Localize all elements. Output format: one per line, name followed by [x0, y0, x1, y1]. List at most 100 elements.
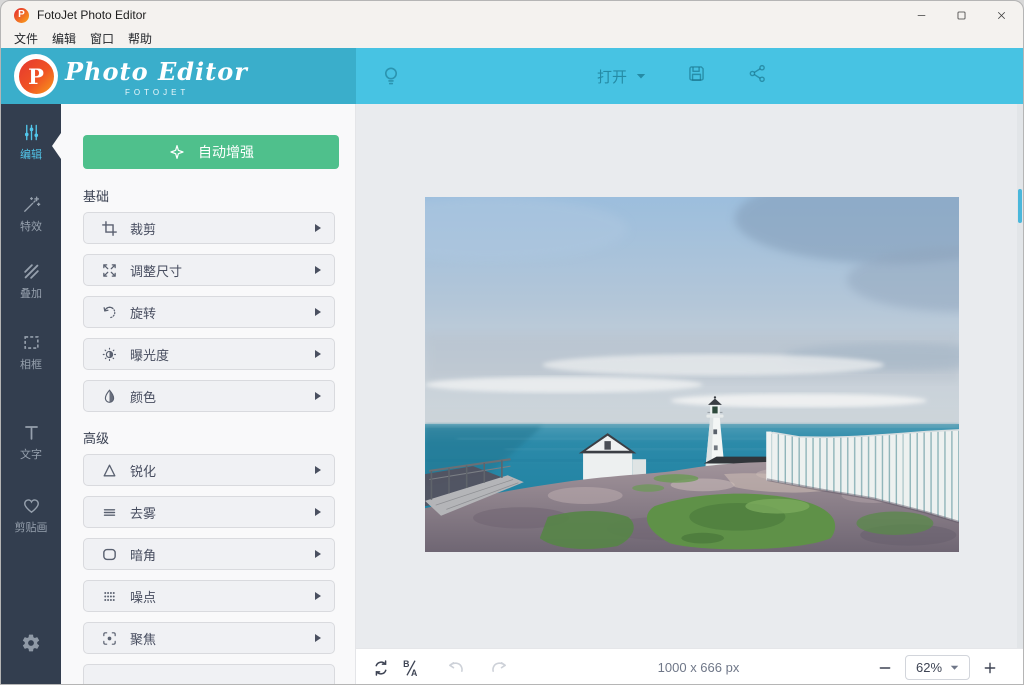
- menu-item-4[interactable]: 帮助: [121, 30, 159, 47]
- expand-arrow-icon: [315, 550, 321, 558]
- app-window: P FotoJet Photo Editor 文件 编辑 窗口 帮助 P Photo …: [0, 0, 1024, 685]
- noise-icon: [101, 588, 118, 605]
- menu-item-3[interactable]: 窗口: [83, 30, 121, 47]
- caret-down-icon: [950, 665, 959, 670]
- redo-icon: [492, 661, 506, 672]
- sidebar-item-6[interactable]: 剪贴画: [1, 496, 61, 535]
- fotojet-logo: P: [14, 54, 58, 98]
- sidebar-item-5[interactable]: 文字: [1, 423, 61, 462]
- open-button[interactable]: 打开: [597, 66, 646, 87]
- expand-arrow-icon: [315, 634, 321, 642]
- status-bar: B A 1000 x 666 px 62%: [356, 648, 1023, 684]
- tool-button-noise[interactable]: 噪点: [83, 580, 335, 612]
- redo-button[interactable]: [489, 658, 509, 678]
- text-icon: [22, 423, 41, 442]
- canvas-area: B A 1000 x 666 px 62%: [356, 104, 1023, 684]
- sidebar-item-label: 编辑: [20, 149, 42, 161]
- section-title-2: 高级: [83, 431, 110, 446]
- resize-icon: [101, 262, 118, 279]
- tool-button-label: 旋转: [130, 305, 157, 321]
- expand-arrow-icon: [315, 392, 321, 400]
- undo-icon: [449, 661, 463, 672]
- zoom-in-button[interactable]: [983, 661, 997, 675]
- brand-title: Photo Editor: [65, 57, 248, 86]
- save-button[interactable]: [686, 63, 707, 89]
- expand-arrow-icon: [315, 224, 321, 232]
- tool-button-label: 调整尺寸: [130, 263, 183, 279]
- sidebar-item-3[interactable]: 叠加: [1, 262, 61, 301]
- minimize-button[interactable]: [901, 1, 941, 29]
- image-dimensions: 1000 x 666 px: [657, 660, 740, 675]
- save-icon: [689, 66, 704, 81]
- sidebar-item-1[interactable]: 编辑: [1, 123, 61, 162]
- share-icon: [749, 64, 765, 83]
- tool-button-sharpen[interactable]: 锐化: [83, 454, 335, 486]
- sidebar-item-2[interactable]: 特效: [1, 195, 61, 234]
- expand-arrow-icon: [315, 308, 321, 316]
- menu-item-1[interactable]: 文件: [7, 30, 45, 47]
- tool-button-partial[interactable]: [83, 664, 335, 684]
- tool-button-rotate[interactable]: 旋转: [83, 296, 335, 328]
- tool-button-label: 去雾: [130, 505, 157, 521]
- before-after-button[interactable]: B A: [401, 658, 421, 678]
- svg-text:B: B: [403, 659, 409, 669]
- compare-original-button[interactable]: [371, 658, 391, 678]
- close-button[interactable]: [981, 1, 1021, 29]
- zoom-out-button[interactable]: [878, 661, 892, 675]
- dehaze-icon: [101, 504, 118, 521]
- gear-icon: [21, 633, 41, 658]
- canvas-scrollbar-thumb[interactable]: [1018, 189, 1022, 223]
- tool-button-resize[interactable]: 调整尺寸: [83, 254, 335, 286]
- exposure-icon: [101, 346, 118, 363]
- focus-icon: [101, 630, 118, 647]
- sparkle-icon: [170, 145, 184, 159]
- expand-arrow-icon: [315, 592, 321, 600]
- sidebar-item-label: 文字: [20, 449, 42, 461]
- menu-item-2[interactable]: 编辑: [45, 30, 83, 47]
- color-icon: [101, 388, 118, 405]
- auto-enhance-button[interactable]: 自动增强: [83, 135, 339, 169]
- settings-button[interactable]: [1, 633, 61, 658]
- tool-button-label: 噪点: [130, 589, 157, 605]
- magic-wand-icon: [22, 195, 41, 214]
- tool-button-dehaze[interactable]: 去雾: [83, 496, 335, 528]
- sidebar-item-label: 特效: [20, 221, 42, 233]
- tool-button-exposure[interactable]: 曝光度: [83, 338, 335, 370]
- maximize-button[interactable]: [941, 1, 981, 29]
- menu-bar: 文件 编辑 窗口 帮助: [1, 29, 1023, 48]
- app-logo-icon: P: [14, 7, 29, 23]
- undo-button[interactable]: [446, 658, 466, 678]
- compare-icon: [375, 659, 387, 676]
- share-button[interactable]: [747, 63, 768, 89]
- sliders-icon: [22, 123, 41, 142]
- active-notch: [52, 133, 61, 159]
- zoom-level-select[interactable]: 62%: [905, 655, 970, 680]
- sidebar-item-label: 相框: [20, 359, 42, 371]
- plus-icon: [984, 662, 996, 673]
- tool-button-label: 裁剪: [130, 221, 157, 237]
- sidebar-item-4[interactable]: 相框: [1, 333, 61, 372]
- rotate-icon: [101, 304, 118, 321]
- app-header: P Photo Editor FOTOJET 打开: [1, 48, 1023, 104]
- expand-arrow-icon: [315, 508, 321, 516]
- brand-area: P Photo Editor FOTOJET: [1, 48, 356, 104]
- minus-icon: [879, 666, 891, 669]
- tool-button-crop[interactable]: 裁剪: [83, 212, 335, 244]
- tool-button-label: 聚焦: [130, 631, 157, 647]
- canvas-scrollbar-track[interactable]: [1017, 104, 1023, 649]
- side-nav: 编辑特效叠加相框文字剪贴画: [1, 104, 61, 684]
- tool-button-label: 颜色: [130, 389, 157, 405]
- brand-subtitle: FOTOJET: [125, 88, 190, 97]
- header-actions: 打开: [348, 48, 1017, 104]
- tool-button-focus[interactable]: 聚焦: [83, 622, 335, 654]
- svg-text:A: A: [411, 667, 418, 677]
- section-title-1: 基础: [83, 189, 110, 204]
- sidebar-item-label: 叠加: [20, 288, 42, 300]
- photo-preview[interactable]: [425, 197, 959, 552]
- window-title: FotoJet Photo Editor: [37, 8, 147, 22]
- tool-button-color[interactable]: 颜色: [83, 380, 335, 412]
- heart-icon: [22, 496, 41, 515]
- tool-button-vignette[interactable]: 暗角: [83, 538, 335, 570]
- expand-arrow-icon: [315, 266, 321, 274]
- sharpen-icon: [101, 462, 118, 479]
